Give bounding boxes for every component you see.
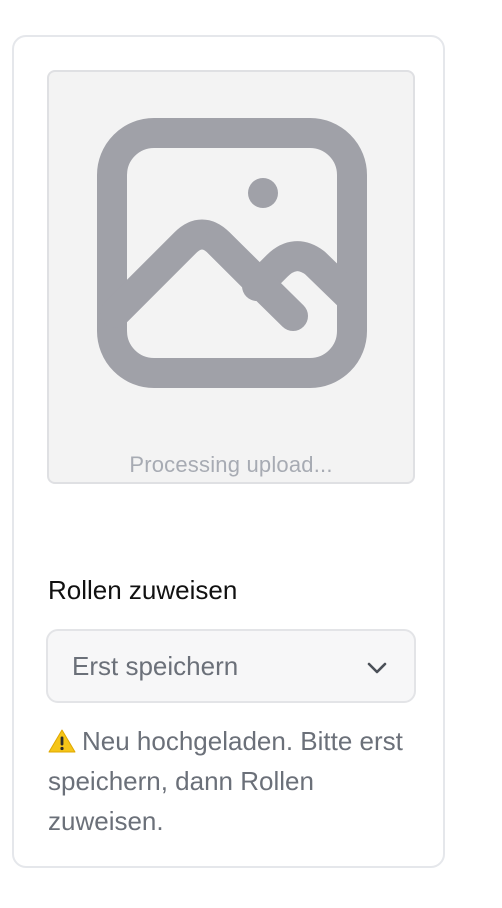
image-placeholder-icon	[97, 118, 367, 388]
chevron-down-icon	[367, 662, 387, 674]
roles-select-value: Erst speichern	[72, 651, 239, 681]
roles-label: Rollen zuweisen	[48, 575, 238, 605]
roles-warning: Neu hochgeladen. Bitte erst speichern, d…	[48, 721, 428, 841]
upload-card: Processing upload... Rollen zuweisen Ers…	[12, 35, 445, 868]
roles-warning-text: Neu hochgeladen. Bitte erst speichern, d…	[48, 726, 403, 836]
upload-status-text: Processing upload...	[129, 452, 333, 477]
warning-icon	[48, 729, 76, 753]
image-preview: Processing upload...	[47, 70, 415, 484]
roles-select[interactable]: Erst speichern	[46, 629, 416, 703]
